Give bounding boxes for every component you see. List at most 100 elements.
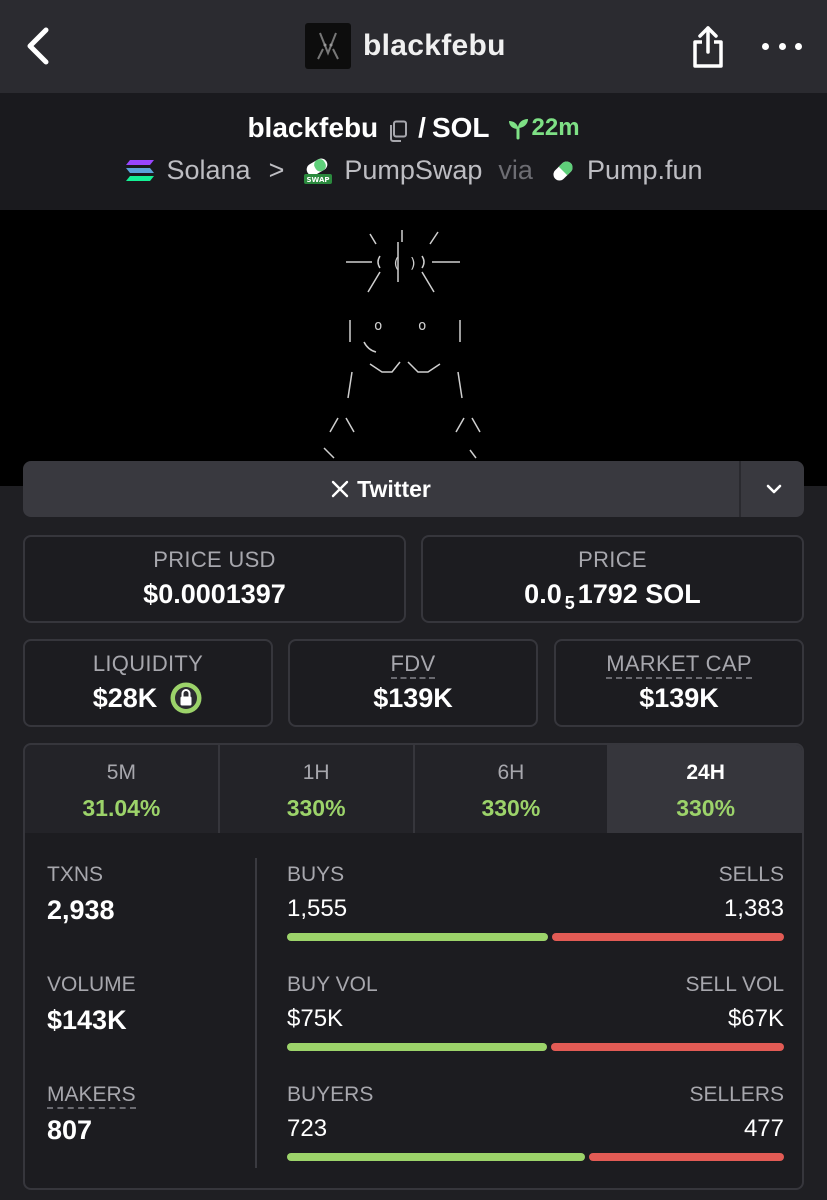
sell-vol-value: $67K [727, 1005, 784, 1032]
txns-value: 2,938 [47, 895, 115, 925]
buyers-sellers-stat: BUYERS SELLERS 723 477 [287, 1083, 784, 1161]
tab-5m[interactable]: 5M 31.04% [25, 745, 220, 833]
tab-5m-label: 5M [106, 761, 136, 784]
sells-value: 1,383 [723, 895, 784, 922]
pair-quote: SOL [431, 112, 490, 143]
pair-age-value: 22m [531, 114, 580, 141]
launchpad-link[interactable]: Pump.fun [587, 155, 703, 186]
volume-stat: VOLUME $143K [47, 973, 136, 1036]
market-cap-card: MARKET CAP $139K [554, 639, 804, 727]
pair-route: Solana > SWAP PumpSwap via Pump.fun [0, 155, 827, 186]
via-text: via [498, 155, 533, 185]
lock-icon[interactable] [169, 681, 203, 715]
back-arrow-icon[interactable] [22, 26, 58, 66]
twitter-button[interactable]: Twitter [23, 461, 739, 517]
twitter-link-bar: Twitter [23, 461, 804, 517]
solana-icon [126, 159, 155, 181]
sell-vol-label: SELL VOL [685, 973, 784, 996]
buyers-value: 723 [287, 1115, 328, 1142]
buy-bar [287, 933, 548, 941]
tab-24h-change: 330% [676, 795, 736, 821]
tab-6h-change: 330% [481, 795, 541, 821]
tab-1h-label: 1H [302, 761, 330, 784]
liquidity-value: $28K [92, 682, 158, 713]
share-icon[interactable] [690, 24, 726, 70]
divider [255, 858, 257, 1168]
top-nav-bar: blackfebu [0, 0, 827, 93]
svg-text:SWAP: SWAP [307, 176, 330, 184]
chevron-down-icon[interactable] [763, 479, 785, 499]
sells-label: SELLS [718, 863, 784, 886]
fdv-label[interactable]: FDV [390, 651, 436, 679]
buys-sells-stat: BUYS SELLS 1,555 1,383 [287, 863, 784, 941]
price-native-zeros: 5 [564, 593, 575, 614]
divider [739, 461, 741, 517]
tab-5m-change: 31.04% [82, 795, 161, 821]
chain-link[interactable]: Solana [166, 155, 250, 186]
price-usd-value: $0.0001397 [143, 579, 286, 609]
price-native-label: PRICE [578, 547, 647, 572]
token-title: blackfebu [305, 23, 506, 69]
makers-value: 807 [47, 1115, 93, 1145]
tab-6h-label: 6H [497, 761, 525, 784]
tab-24h[interactable]: 24H 330% [609, 745, 802, 833]
price-native-value: 0.0 5 1792 SOL [423, 579, 802, 614]
buy-sell-vol-bar [287, 1043, 784, 1051]
tab-1h-change: 330% [286, 795, 346, 821]
pair-age: 22m [506, 114, 580, 142]
makers-label[interactable]: MAKERS [47, 1083, 136, 1109]
makers-stat: MAKERS 807 [47, 1083, 136, 1146]
dex-link[interactable]: PumpSwap [344, 155, 482, 186]
pumpswap-icon: SWAP [304, 158, 333, 184]
price-native-digits: 1792 SOL [577, 579, 701, 609]
market-cap-label[interactable]: MARKET CAP [606, 651, 752, 679]
price-usd-card: PRICE USD $0.0001397 [23, 535, 406, 623]
buy-sell-vol-stat: BUY VOL SELL VOL $75K $67K [287, 973, 784, 1051]
tab-1h[interactable]: 1H 330% [220, 745, 415, 833]
price-native-card: PRICE 0.0 5 1792 SOL [421, 535, 804, 623]
buy-vol-label: BUY VOL [287, 973, 378, 996]
liquidity-value-row: $28K [25, 681, 271, 715]
pumpfun-pill-icon [553, 160, 573, 181]
txns-stat: TXNS 2,938 [47, 863, 115, 926]
buyers-sellers-bar [287, 1153, 784, 1161]
buy-vol-bar [287, 1043, 548, 1051]
svg-text:( ): ( ) [392, 256, 417, 272]
tab-6h[interactable]: 6H 330% [415, 745, 610, 833]
price-usd-label: PRICE USD [153, 547, 276, 572]
buyers-label: BUYERS [287, 1083, 374, 1106]
copy-icon[interactable] [388, 117, 408, 142]
token-name: blackfebu [363, 29, 506, 62]
liquidity-card: LIQUIDITY $28K [23, 639, 273, 727]
buyers-bar [287, 1153, 585, 1161]
pair-header [0, 93, 827, 210]
volume-label: VOLUME [47, 973, 136, 996]
sell-bar [551, 933, 784, 941]
fdv-value: $139K [373, 683, 453, 713]
fdv-card: FDV $139K [288, 639, 538, 727]
more-icon[interactable] [762, 36, 802, 56]
tab-24h-label: 24H [686, 761, 725, 784]
period-tabs: 5M 31.04% 1H 330% 6H 330% 24H 330% [23, 743, 804, 835]
pair-separator: / [418, 112, 426, 143]
x-logo-icon [331, 480, 349, 498]
buys-label: BUYS [287, 863, 345, 886]
pair-title: blackfebu / SOL 22m [0, 112, 827, 144]
liquidity-label: LIQUIDITY [92, 651, 204, 676]
market-cap-value: $139K [639, 683, 719, 713]
price-native-prefix: 0.0 [524, 579, 562, 609]
sellers-label: SELLERS [689, 1083, 784, 1106]
sellers-value: 477 [743, 1115, 784, 1142]
buy-vol-value: $75K [287, 1005, 344, 1032]
txns-label: TXNS [47, 863, 104, 886]
trade-stats-panel: TXNS 2,938 VOLUME $143K MAKERS 807 BUYS … [23, 833, 804, 1190]
ascii-art-image: o o ( ) [323, 230, 481, 459]
volume-value: $143K [47, 1005, 127, 1035]
sellers-bar [588, 1153, 784, 1161]
sell-vol-bar [551, 1043, 784, 1051]
chevron-right-icon: > [268, 155, 285, 185]
twitter-label: Twitter [357, 475, 431, 502]
svg-text:o: o [374, 318, 382, 334]
seedling-icon [508, 119, 528, 140]
buys-value: 1,555 [287, 895, 348, 922]
